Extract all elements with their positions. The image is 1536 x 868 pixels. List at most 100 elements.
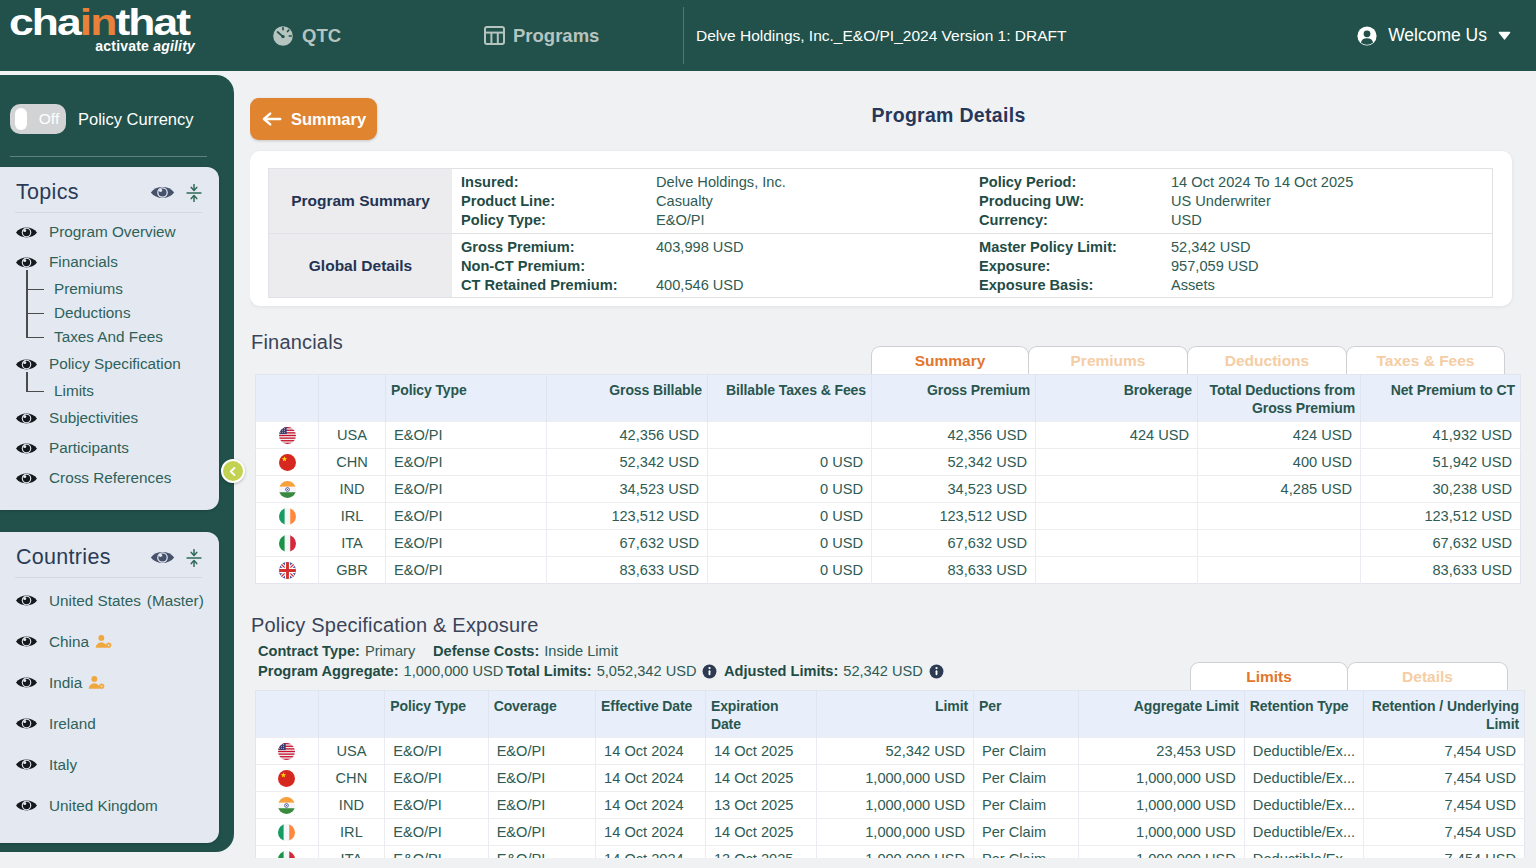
table-row[interactable]: CHNE&O/PIE&O/PI14 Oct 202414 Oct 20251,0… bbox=[256, 765, 1525, 792]
nav-qtc[interactable]: QTC bbox=[272, 0, 341, 71]
sidebar-topic-item[interactable]: Program Overview bbox=[0, 217, 219, 247]
tab-limits[interactable]: Limits bbox=[1190, 662, 1348, 690]
table-header-row: Policy TypeGross BillableBillable Taxes … bbox=[256, 375, 1521, 422]
sidebar-topic-item[interactable]: Subjectivities bbox=[0, 403, 219, 433]
column-header[interactable] bbox=[318, 691, 385, 738]
tab-premiums[interactable]: Premiums bbox=[1028, 346, 1188, 374]
country-label[interactable]: Ireland bbox=[49, 715, 96, 733]
eye-icon[interactable] bbox=[15, 757, 38, 772]
topic-sub-label[interactable]: Taxes And Fees bbox=[54, 328, 163, 346]
column-header[interactable] bbox=[256, 375, 319, 422]
column-header[interactable]: Aggregate Limit bbox=[1078, 691, 1244, 738]
sidebar-topic-subitem[interactable]: Premiums bbox=[26, 277, 219, 301]
table-row[interactable]: USAE&O/PI42,356 USD42,356 USD424 USD424 … bbox=[256, 422, 1521, 449]
eye-icon[interactable] bbox=[15, 716, 38, 731]
eye-icon[interactable] bbox=[15, 411, 38, 426]
sidebar-country-item[interactable]: India bbox=[0, 662, 219, 703]
summary-back-button[interactable]: Summary bbox=[250, 98, 377, 140]
topic-label[interactable]: Policy Specification bbox=[49, 355, 181, 373]
sidebar-topic-subitem[interactable]: Deductions bbox=[26, 301, 219, 325]
topic-label[interactable]: Cross References bbox=[49, 469, 171, 487]
column-header[interactable]: Gross Premium bbox=[872, 375, 1036, 422]
tab-details[interactable]: Details bbox=[1347, 662, 1508, 690]
eye-icon[interactable] bbox=[15, 441, 38, 456]
topic-label[interactable]: Participants bbox=[49, 439, 129, 457]
column-header[interactable]: Effective Date bbox=[596, 691, 706, 738]
table-row[interactable]: INDE&O/PI34,523 USD0 USD34,523 USD4,285 … bbox=[256, 476, 1521, 503]
table-row[interactable]: GBRE&O/PI83,633 USD0 USD83,633 USD83,633… bbox=[256, 557, 1521, 584]
sidebar-topic-subitem[interactable]: Limits bbox=[26, 379, 219, 403]
tab-taxes-and-fees[interactable]: Taxes & Fees bbox=[1346, 346, 1505, 374]
column-header[interactable]: Net Premium to CT bbox=[1361, 375, 1521, 422]
nav-programs[interactable]: Programs bbox=[484, 0, 599, 71]
eye-icon[interactable] bbox=[15, 593, 38, 608]
column-header[interactable]: Limit bbox=[816, 691, 973, 738]
user-menu[interactable]: Welcome Us bbox=[1357, 0, 1511, 71]
sidebar-topic-item[interactable]: Policy Specification bbox=[0, 349, 219, 379]
table-row[interactable]: USAE&O/PIE&O/PI14 Oct 202414 Oct 202552,… bbox=[256, 738, 1525, 765]
country-label[interactable]: United States bbox=[49, 592, 141, 610]
column-header[interactable]: Brokerage bbox=[1036, 375, 1198, 422]
topic-sub-label[interactable]: Deductions bbox=[54, 304, 131, 322]
table-row[interactable]: ITAE&O/PIE&O/PI14 Oct 202413 Oct 20251,0… bbox=[256, 846, 1525, 859]
column-header[interactable] bbox=[256, 691, 319, 738]
collapse-all-icon[interactable] bbox=[186, 549, 202, 567]
table-row[interactable]: CHNE&O/PI52,342 USD0 USD52,342 USD400 US… bbox=[256, 449, 1521, 476]
toggle-all-visibility-icon[interactable] bbox=[150, 184, 175, 201]
country-label[interactable]: United Kingdom bbox=[49, 797, 158, 815]
sidebar-country-item[interactable]: Italy bbox=[0, 744, 219, 785]
column-header[interactable]: Policy Type bbox=[385, 691, 488, 738]
info-icon[interactable] bbox=[702, 664, 717, 679]
column-header[interactable]: Total Deductions from Gross Premium bbox=[1198, 375, 1361, 422]
column-header[interactable]: Gross Billable bbox=[547, 375, 708, 422]
sidebar-topic-subitem[interactable]: Taxes And Fees bbox=[26, 325, 219, 349]
topic-label[interactable]: Program Overview bbox=[49, 223, 176, 241]
column-header[interactable]: Billable Taxes & Fees bbox=[708, 375, 872, 422]
policy-currency-toggle[interactable]: Off bbox=[10, 104, 66, 134]
table-row[interactable]: INDE&O/PIE&O/PI14 Oct 202413 Oct 20251,0… bbox=[256, 792, 1525, 819]
nav-qtc-label[interactable]: QTC bbox=[302, 25, 341, 47]
table-row[interactable]: IRLE&O/PIE&O/PI14 Oct 202414 Oct 20251,0… bbox=[256, 819, 1525, 846]
topic-label[interactable]: Financials bbox=[49, 253, 118, 271]
eye-icon[interactable] bbox=[15, 255, 38, 270]
table-cell: Deductible/Ex... bbox=[1244, 846, 1363, 859]
sidebar-topic-item[interactable]: Participants bbox=[0, 433, 219, 463]
column-header[interactable]: Coverage bbox=[488, 691, 595, 738]
tab-summary[interactable]: Summary bbox=[871, 346, 1029, 374]
topic-sub-label[interactable]: Limits bbox=[54, 382, 94, 400]
tab-deductions[interactable]: Deductions bbox=[1187, 346, 1347, 374]
toggle-all-visibility-icon[interactable] bbox=[150, 549, 175, 566]
column-header[interactable]: Retention / Underlying Limit bbox=[1364, 691, 1525, 738]
table-row[interactable]: ITAE&O/PI67,632 USD0 USD67,632 USD67,632… bbox=[256, 530, 1521, 557]
chainthat-logo[interactable]: chainthat activate agility bbox=[9, 4, 195, 54]
eye-icon[interactable] bbox=[15, 357, 38, 372]
table-row[interactable]: IRLE&O/PI123,512 USD0 USD123,512 USD123,… bbox=[256, 503, 1521, 530]
eye-icon[interactable] bbox=[15, 675, 38, 690]
sidebar-country-item[interactable]: United Kingdom bbox=[0, 785, 219, 826]
info-icon[interactable] bbox=[929, 664, 944, 679]
eye-icon[interactable] bbox=[15, 471, 38, 486]
eye-icon[interactable] bbox=[15, 634, 38, 649]
topics-title: Topics bbox=[16, 180, 79, 205]
column-header[interactable]: Policy Type bbox=[386, 375, 547, 422]
column-header[interactable]: Retention Type bbox=[1244, 691, 1363, 738]
topic-label[interactable]: Subjectivities bbox=[49, 409, 138, 427]
sidebar-country-item[interactable]: China bbox=[0, 621, 219, 662]
column-header[interactable]: Per bbox=[974, 691, 1079, 738]
eye-icon[interactable] bbox=[15, 225, 38, 240]
sidebar-country-item[interactable]: Ireland bbox=[0, 703, 219, 744]
column-header[interactable]: Expiration Date bbox=[705, 691, 816, 738]
sidebar-collapse-button[interactable] bbox=[221, 459, 245, 483]
country-label[interactable]: Italy bbox=[49, 756, 77, 774]
topic-sub-label[interactable]: Premiums bbox=[54, 280, 123, 298]
nav-programs-label[interactable]: Programs bbox=[513, 25, 599, 47]
user-menu-label[interactable]: Welcome Us bbox=[1388, 25, 1487, 46]
sidebar-country-item[interactable]: United States(Master) bbox=[0, 580, 219, 621]
column-header[interactable] bbox=[319, 375, 386, 422]
sidebar-topic-item[interactable]: Financials bbox=[0, 247, 219, 277]
country-label[interactable]: China bbox=[49, 633, 89, 651]
collapse-all-icon[interactable] bbox=[186, 184, 202, 202]
eye-icon[interactable] bbox=[15, 798, 38, 813]
country-label[interactable]: India bbox=[49, 674, 82, 692]
sidebar-topic-item[interactable]: Cross References bbox=[0, 463, 219, 493]
